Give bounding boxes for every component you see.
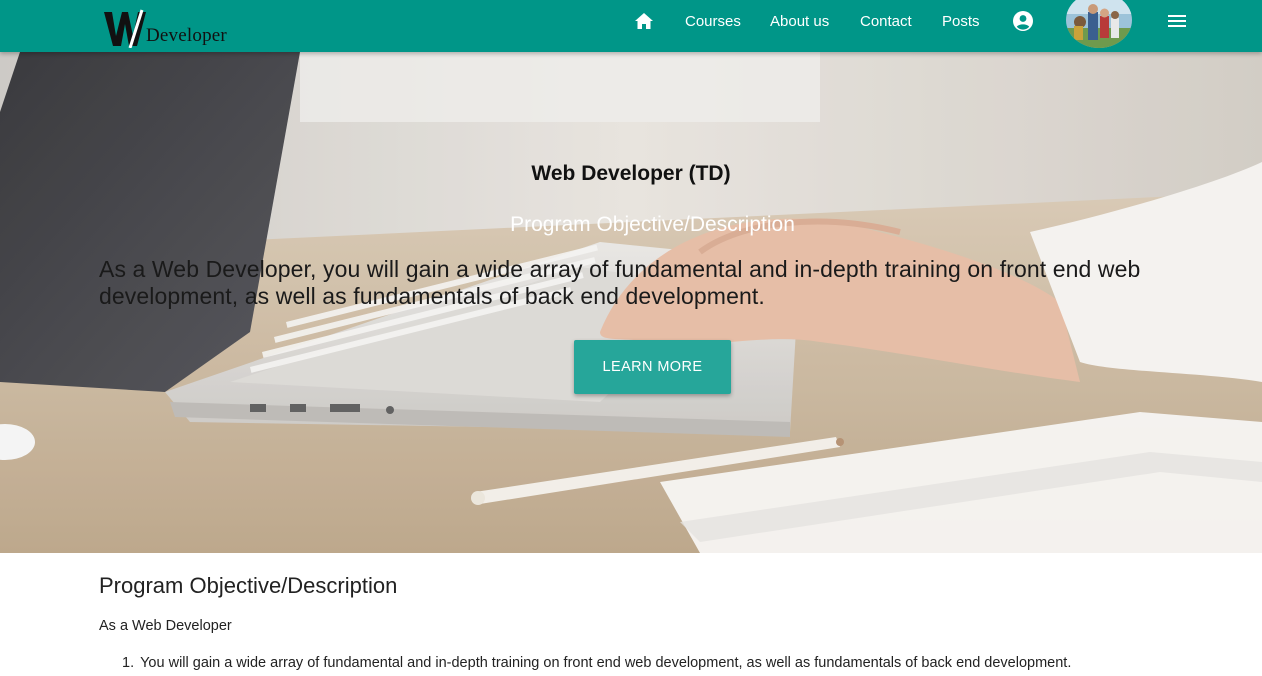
brand-name: Developer [146,25,227,46]
list-item-number: 1. [122,655,135,671]
hero-section: Web Developer (TD) Program Objective/Des… [0,52,1262,553]
nav-about-link[interactable]: About us [770,0,829,42]
brand-logo-icon [104,9,146,48]
list-item: 1. You will gain a wide array of fundame… [122,655,1071,671]
hero-description: As a Web Developer, you will gain a wide… [99,256,1141,309]
navbar: Developer Courses About us Contact Posts [0,0,1262,52]
nav-menu-button[interactable] [1165,0,1189,42]
brand-logo-link[interactable]: Developer [102,4,227,48]
nav-courses-link[interactable]: Courses [685,0,741,42]
avatar-photo [1066,0,1132,48]
objective-list: 1. You will gain a wide array of fundame… [122,655,1071,671]
section-title: Program Objective/Description [99,573,398,598]
account-circle-icon [1013,11,1033,31]
hero-title: Web Developer (TD) [531,162,731,185]
section-intro: As a Web Developer [99,618,232,634]
nav-contact-link[interactable]: Contact [860,0,912,42]
user-avatar[interactable] [1066,0,1132,48]
list-item-text: You will gain a wide array of fundamenta… [140,655,1072,671]
home-icon [635,13,653,29]
nav-account-link[interactable] [1011,0,1035,42]
learn-more-button[interactable]: LEARN MORE [574,340,731,394]
nav-home-link[interactable] [632,0,656,42]
hero-subtitle: Program Objective/Description [510,213,795,236]
hamburger-menu-icon [1168,15,1186,27]
nav-posts-link[interactable]: Posts [942,0,980,42]
